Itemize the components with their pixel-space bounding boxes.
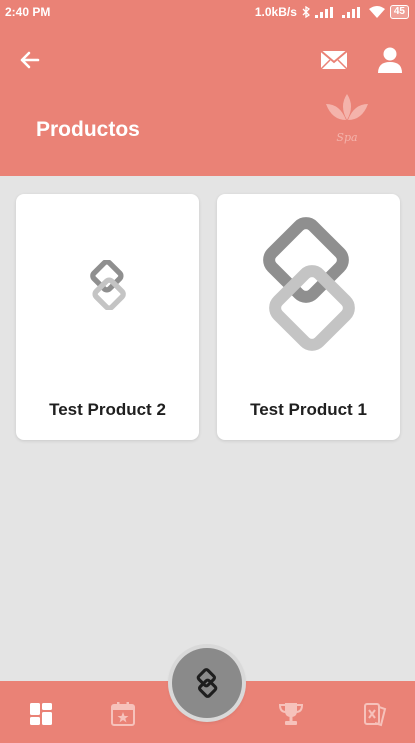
product-card[interactable]: Test Product 2: [16, 194, 199, 440]
dashboard-icon[interactable]: [28, 701, 54, 727]
trophy-icon[interactable]: [278, 701, 304, 727]
product-name: Test Product 1: [250, 400, 367, 419]
spa-logo: Spa: [322, 90, 372, 146]
user-icon[interactable]: [376, 46, 404, 74]
battery-indicator: 45: [389, 5, 409, 19]
signal-icon: [341, 6, 360, 18]
status-indicators: 1.0kB/s 45: [255, 5, 409, 19]
home-fab-button[interactable]: [172, 648, 242, 718]
status-time: 2:40 PM: [5, 5, 51, 19]
product-name: Test Product 2: [49, 400, 166, 419]
wifi-icon: [368, 6, 385, 18]
logo-text: Spa: [336, 131, 358, 144]
app-header: Productos Spa: [0, 24, 415, 176]
product-card[interactable]: Test Product 1: [217, 194, 400, 440]
arrow-left-icon[interactable]: [16, 46, 44, 74]
lotus-icon: [326, 94, 368, 120]
network-speed: 1.0kB/s: [254, 5, 297, 19]
status-bar: 2:40 PM 1.0kB/s 45: [0, 0, 415, 24]
coupon-icon[interactable]: [362, 701, 388, 727]
app-logo-icon: [196, 668, 218, 698]
chain-link-logo-icon: [263, 217, 355, 351]
chain-link-logo-icon: [90, 260, 126, 310]
mail-icon[interactable]: [320, 48, 348, 72]
signal-icon: [314, 6, 333, 18]
calendar-star-icon[interactable]: [110, 701, 136, 727]
page-title: Productos: [36, 118, 140, 141]
bluetooth-icon: [302, 6, 310, 18]
